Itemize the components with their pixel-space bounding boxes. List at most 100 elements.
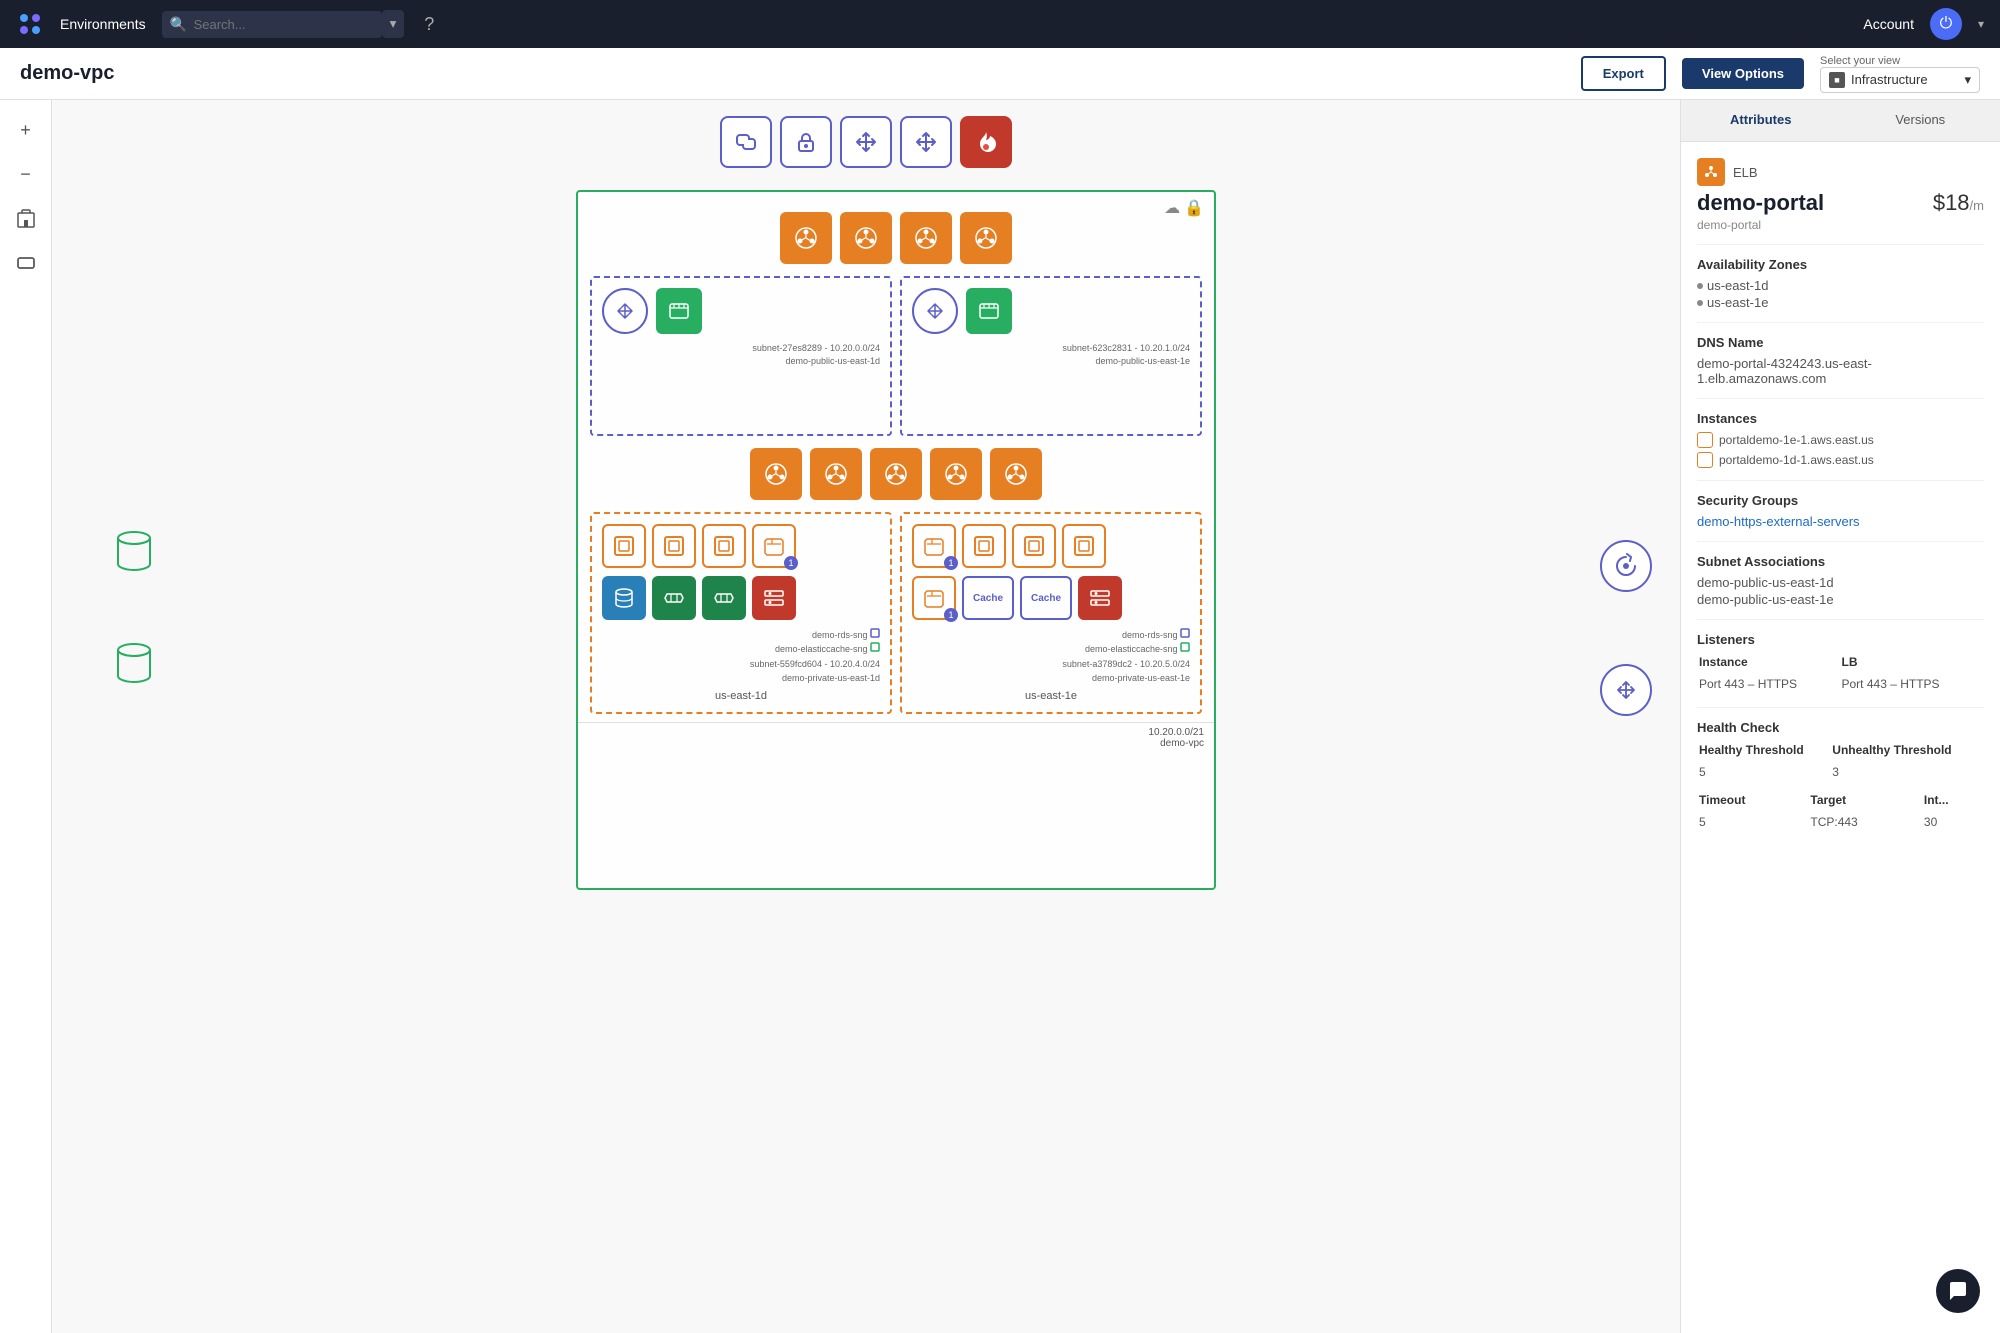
subnet-assoc-1e: demo-public-us-east-1e [1697, 592, 1984, 607]
instance-chip-1[interactable] [602, 524, 646, 568]
target-val: TCP:443 [1810, 813, 1922, 831]
listeners-lb-val: Port 443 – HTTPS [1842, 675, 1983, 693]
building-button[interactable] [8, 200, 44, 236]
ecs-icon-1e[interactable] [966, 288, 1012, 334]
instance-item-1[interactable]: portaldemo-1e-1.aws.east.us [1697, 432, 1984, 448]
resource-type-label: ELB [1733, 165, 1758, 180]
ec2-icon-1d[interactable] [602, 288, 648, 334]
unhealthy-threshold-header: Unhealthy Threshold [1832, 743, 1982, 761]
security-group-link[interactable]: demo-https-external-servers [1697, 514, 1984, 529]
middle-elb-5[interactable] [990, 448, 1042, 500]
healthy-threshold-header: Healthy Threshold [1699, 743, 1830, 761]
vpc-box-header: ☁ 🔒 [1164, 198, 1204, 218]
zone-label-1d: us-east-1d [602, 690, 880, 702]
subnet-associations-label: Subnet Associations [1697, 554, 1984, 569]
bottom-subnet-1e: 1 [900, 512, 1202, 714]
ec2-icon-1e[interactable] [912, 288, 958, 334]
middle-elb-3[interactable] [870, 448, 922, 500]
ecs-icon-1d[interactable] [656, 288, 702, 334]
instance-chip-2[interactable] [652, 524, 696, 568]
elasticache-box-1d-1[interactable] [652, 576, 696, 620]
export-button[interactable]: Export [1581, 56, 1666, 91]
chat-bubble-button[interactable] [1936, 1269, 1980, 1313]
elasticache-box-1d-2[interactable] [702, 576, 746, 620]
lock-tool-icon[interactable] [780, 116, 832, 168]
health-check-label: Health Check [1697, 720, 1984, 735]
s3-bucket-green-1[interactable] [112, 530, 156, 574]
middle-elb-4[interactable] [930, 448, 982, 500]
elb-icon-1e[interactable]: 1 [912, 576, 956, 620]
elb-icon-4[interactable] [960, 212, 1012, 264]
search-dropdown-button[interactable]: ▾ [382, 10, 405, 38]
view-options-button[interactable]: View Options [1682, 58, 1804, 89]
instance-chip-1e-3[interactable] [1012, 524, 1056, 568]
elb-type-badge [1697, 158, 1725, 186]
circular-arrow-icon[interactable] [1600, 540, 1652, 592]
move-all-tool-icon[interactable] [840, 116, 892, 168]
view-selector[interactable]: Select your view ■ Infrastructure ▾ [1820, 55, 1980, 93]
elb-icon-3[interactable] [900, 212, 952, 264]
layer-button[interactable] [8, 244, 44, 280]
page-title: demo-vpc [20, 62, 1565, 85]
infrastructure-icon: ■ [1829, 72, 1845, 88]
instance-chip-4[interactable]: 1 [752, 524, 796, 568]
search-input[interactable] [162, 11, 382, 38]
instances-label: Instances [1697, 411, 1984, 426]
tab-versions[interactable]: Versions [1841, 100, 2000, 141]
s3-bucket-green-2[interactable] [112, 642, 156, 686]
elasticsearchbox-1d[interactable] [752, 576, 796, 620]
health-row-2: 5 TCP:443 30 [1699, 813, 1982, 831]
health-check-table: Healthy Threshold Unhealthy Threshold 5 … [1697, 741, 1984, 783]
bucket-icons-left [112, 530, 156, 686]
right-panel-tabs: Attributes Versions [1681, 100, 2000, 142]
interval-val: 30 [1924, 813, 1982, 831]
circle-icons-right [1600, 540, 1652, 716]
subnet-col-1d: subnet-27es8289 - 10.20.0.0/24 demo-publ… [590, 276, 892, 436]
account-label[interactable]: Account [1863, 16, 1914, 32]
instance-chip-1e-2[interactable] [962, 524, 1006, 568]
bullet-dot-2 [1697, 300, 1703, 306]
resource-name: demo-portal [1697, 190, 1824, 216]
cache-box-1e-1[interactable]: Cache [962, 576, 1014, 620]
zoom-out-button[interactable]: − [8, 156, 44, 192]
middle-elb-2[interactable] [810, 448, 862, 500]
middle-elb-1[interactable] [750, 448, 802, 500]
app-logo [16, 10, 44, 38]
right-panel: Attributes Versions ELB demo-portal [1680, 100, 2000, 1333]
top-elb-row [578, 192, 1214, 264]
bottom-subnet-labels-1e: demo-rds-sng demo-elasticcache-sng subne… [912, 628, 1190, 686]
target-header: Target [1810, 793, 1922, 811]
arrows-icon[interactable] [1600, 664, 1652, 716]
infrastructure-label: Infrastructure [1851, 72, 1928, 87]
top-navigation: Environments 🔍 ▾ ? Account ⏻ ▾ [0, 0, 2000, 48]
subnet-assoc-1d: demo-public-us-east-1d [1697, 575, 1984, 590]
elb-icon-2[interactable] [840, 212, 892, 264]
help-icon[interactable]: ? [424, 14, 434, 35]
instance-item-2[interactable]: portaldemo-1d-1.aws.east.us [1697, 452, 1984, 468]
elasticsearch-1e[interactable] [1078, 576, 1122, 620]
fire-tool-icon[interactable] [960, 116, 1012, 168]
resource-price-display: $18/m [1933, 190, 1984, 216]
rds-box-1d[interactable] [602, 576, 646, 620]
bottom-subnets: 1 [578, 512, 1214, 714]
tab-attributes[interactable]: Attributes [1681, 100, 1841, 141]
link-tool-icon[interactable] [720, 116, 772, 168]
user-menu-caret[interactable]: ▾ [1978, 17, 1984, 31]
timeout-header: Timeout [1699, 793, 1808, 811]
elb-icon-1[interactable] [780, 212, 832, 264]
security-groups-label: Security Groups [1697, 493, 1984, 508]
pan-tool-icon[interactable] [900, 116, 952, 168]
infrastructure-view-select[interactable]: ■ Infrastructure ▾ [1820, 67, 1980, 93]
cache-box-1e-2[interactable]: Cache [1020, 576, 1072, 620]
listeners-instance-col: Instance [1699, 655, 1840, 673]
bottom-subnet-1d: 1 [590, 512, 892, 714]
zoom-in-button[interactable]: + [8, 112, 44, 148]
timeout-val: 5 [1699, 813, 1808, 831]
user-avatar-button[interactable]: ⏻ [1930, 8, 1962, 40]
listeners-row: Port 443 – HTTPS Port 443 – HTTPS [1699, 675, 1982, 693]
brand-label[interactable]: Environments [60, 16, 146, 32]
instance-chip-1e-1[interactable]: 1 [912, 524, 956, 568]
instance-chip-1e-4[interactable] [1062, 524, 1106, 568]
instance-chip-3[interactable] [702, 524, 746, 568]
left-sidebar: + − [0, 100, 52, 1333]
